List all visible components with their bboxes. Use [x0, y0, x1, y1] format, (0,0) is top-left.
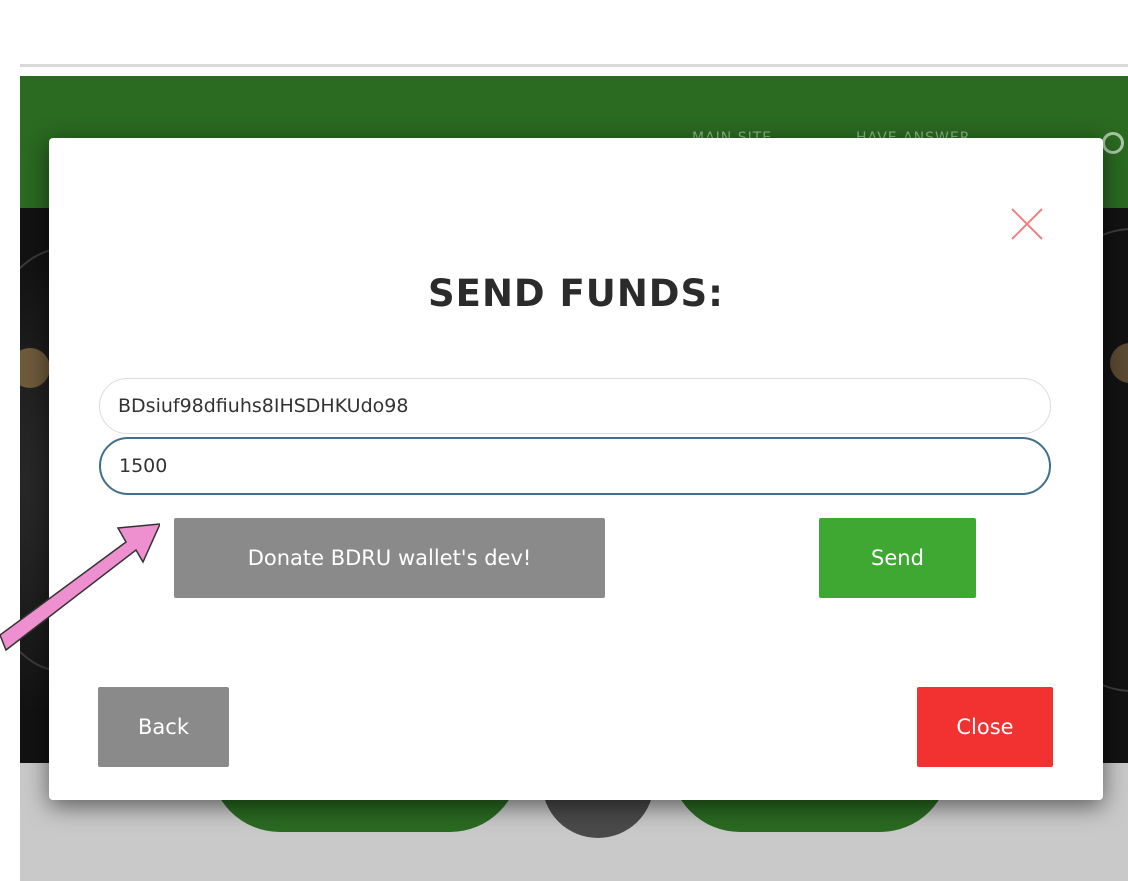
close-x-icon-graphic	[1011, 208, 1043, 240]
pointer-arrow-icon	[0, 523, 160, 652]
donate-button[interactable]: Donate BDRU wallet's dev!	[174, 518, 605, 598]
send-button[interactable]: Send	[819, 518, 976, 598]
close-button[interactable]: Close	[917, 687, 1053, 767]
modal-title: SEND FUNDS:	[428, 272, 724, 315]
amount-input[interactable]	[99, 437, 1051, 495]
browser-top-strip	[0, 0, 1128, 66]
wallet-address-input[interactable]	[99, 378, 1051, 434]
send-funds-modal: SEND FUNDS: Donate BDRU wallet's dev! Se…	[49, 138, 1103, 800]
top-divider	[20, 64, 1128, 67]
back-button[interactable]: Back	[98, 687, 229, 767]
refresh-icon[interactable]	[1102, 132, 1124, 154]
close-x-icon[interactable]	[1007, 204, 1047, 244]
